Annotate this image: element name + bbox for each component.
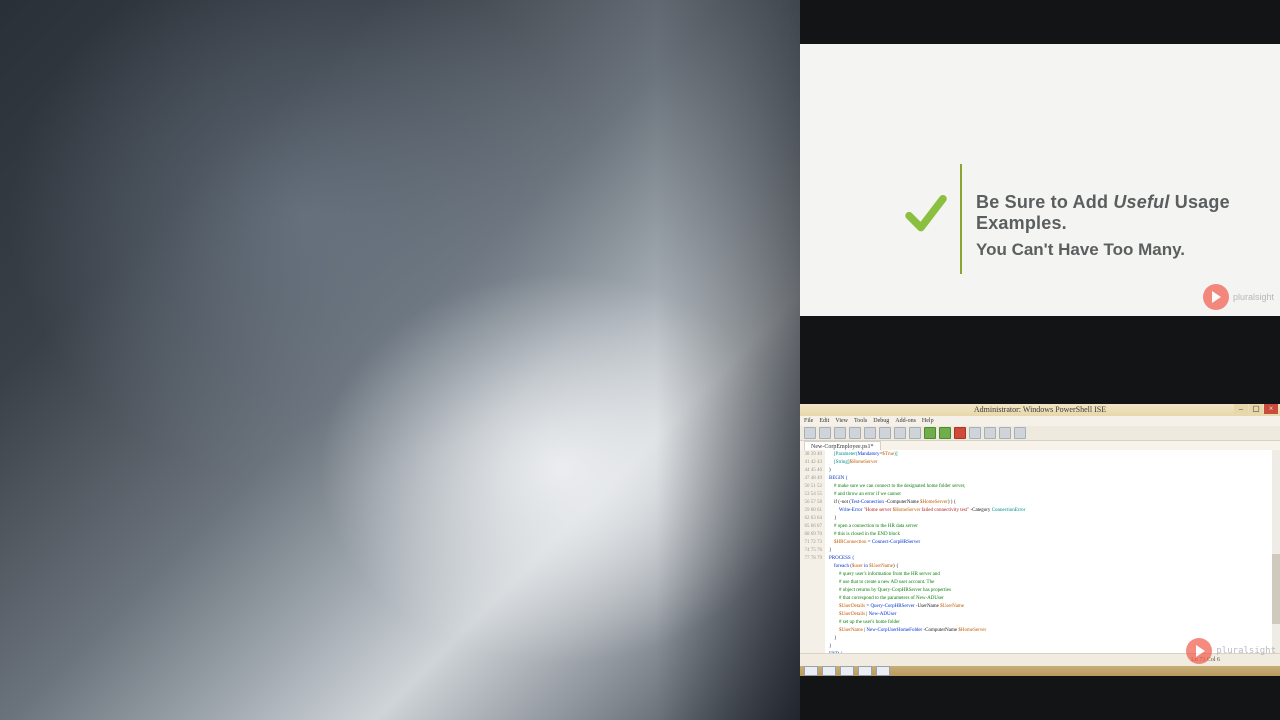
- window-title: Administrator: Windows PowerShell ISE: [974, 406, 1106, 414]
- code-editor[interactable]: 38 39 40 41 42 43 44 45 46 47 48 49 50 5…: [800, 450, 1280, 654]
- cut-icon[interactable]: [849, 427, 861, 439]
- options-icon[interactable]: [1014, 427, 1026, 439]
- thumbnail-column: Be Sure to Add Useful Usage Examples. Yo…: [800, 0, 1280, 720]
- pane-icon[interactable]: [969, 427, 981, 439]
- taskbar[interactable]: [800, 666, 1280, 676]
- save-icon[interactable]: [834, 427, 846, 439]
- ie-icon[interactable]: [822, 666, 836, 676]
- slide-line-1-em: Useful: [1113, 192, 1169, 212]
- powershell-icon[interactable]: [876, 666, 890, 676]
- redo-icon[interactable]: [909, 427, 921, 439]
- menu-add-ons[interactable]: Add-ons: [895, 416, 916, 426]
- maximize-button[interactable]: ▢: [1249, 404, 1263, 414]
- menu-help[interactable]: Help: [922, 416, 934, 426]
- explorer-icon[interactable]: [840, 666, 854, 676]
- play-icon: [1186, 638, 1212, 664]
- new-icon[interactable]: [804, 427, 816, 439]
- pane2-icon[interactable]: [984, 427, 996, 439]
- copy-icon[interactable]: [864, 427, 876, 439]
- divider: [960, 164, 962, 274]
- ise-thumbnail[interactable]: Administrator: Windows PowerShell ISE – …: [800, 404, 1280, 676]
- line-gutter: 38 39 40 41 42 43 44 45 46 47 48 49 50 5…: [800, 450, 825, 654]
- hero-photo: [0, 0, 800, 720]
- code-lines[interactable]: [Parameter(Mandatory=$True)] [String]$Ho…: [825, 450, 1280, 654]
- stop-icon[interactable]: [954, 427, 966, 439]
- menu-tools[interactable]: Tools: [854, 416, 867, 426]
- run-icon[interactable]: [924, 427, 936, 439]
- open-icon[interactable]: [819, 427, 831, 439]
- window-titlebar[interactable]: Administrator: Windows PowerShell ISE – …: [800, 404, 1280, 416]
- brand-word: pluralsight: [1233, 292, 1274, 302]
- menu-debug[interactable]: Debug: [873, 416, 889, 426]
- scrollbar-thumb[interactable]: [1272, 554, 1280, 624]
- slide-line-2: You Can't Have Too Many.: [976, 240, 1185, 260]
- close-button[interactable]: ×: [1264, 404, 1278, 414]
- menu-bar[interactable]: File Edit View Tools Debug Add-ons Help: [800, 416, 1280, 426]
- menu-file[interactable]: File: [804, 416, 813, 426]
- run-selection-icon[interactable]: [939, 427, 951, 439]
- menu-view[interactable]: View: [835, 416, 848, 426]
- start-button[interactable]: [804, 666, 818, 676]
- brand-badge: pluralsight: [1186, 638, 1276, 664]
- minimize-button[interactable]: –: [1234, 404, 1248, 414]
- undo-icon[interactable]: [894, 427, 906, 439]
- toolbar[interactable]: [800, 426, 1280, 441]
- menu-edit[interactable]: Edit: [819, 416, 829, 426]
- play-icon: [1203, 284, 1229, 310]
- store-icon[interactable]: [858, 666, 872, 676]
- brand-badge: pluralsight: [1203, 284, 1274, 310]
- checkmark-icon: [904, 192, 948, 236]
- slide-thumbnail[interactable]: Be Sure to Add Useful Usage Examples. Yo…: [800, 44, 1280, 316]
- brand-word: pluralsight: [1216, 646, 1276, 656]
- paste-icon[interactable]: [879, 427, 891, 439]
- slide-line-1a: Be Sure to Add: [976, 192, 1113, 212]
- pane3-icon[interactable]: [999, 427, 1011, 439]
- slide-line-1: Be Sure to Add Useful Usage Examples.: [976, 192, 1280, 234]
